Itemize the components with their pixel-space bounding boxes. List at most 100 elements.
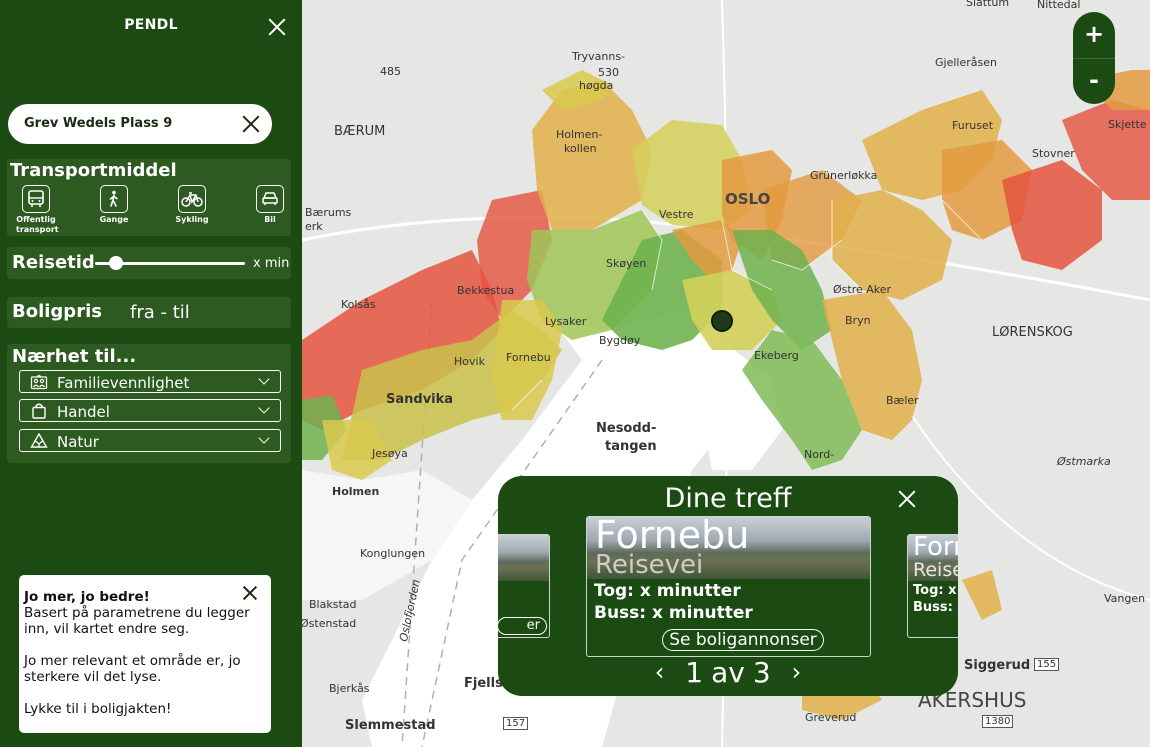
close-tip-icon[interactable] [242,585,258,601]
map-label: Kolsås [341,298,376,311]
shopping-bag-icon [30,403,48,423]
results-panel: Dine treff er Fornebu Reisevei Tog: x mi… [498,476,958,696]
see-listings-button[interactable]: Se boligannonser [662,629,824,651]
transport-mode-label: Bil [264,215,276,224]
map-label: 485 [380,65,401,78]
pager-separator: av [711,656,745,689]
map-label: 530 [598,66,619,79]
dropdown-handel[interactable]: Handel [19,399,281,422]
sidebar: PENDL Grev Wedels Plass 9 Transportmidde… [0,0,302,747]
result-card-train-time: Tog: x [913,583,957,598]
map-label: Grünerløkka [810,169,878,182]
map-label: Bæler [886,394,919,407]
close-sidebar-icon[interactable] [267,17,287,37]
dropdown-label: Familievennlighet [57,374,190,392]
travel-time-value: x min [253,256,290,271]
family-icon [30,374,48,394]
dropdown-familievennlighet[interactable]: Familievennlighet [19,370,281,393]
map-label: Bryn [845,314,871,327]
map-label: Holmen [332,485,380,498]
map-label: kollen [564,142,597,155]
transport-mode-label: Offentlig transport [16,215,59,234]
map-label: Gjelleråsen [935,56,997,69]
car-icon [256,185,284,213]
transport-mode-car[interactable]: Bil [250,185,290,225]
tip-text-3: Lykke til i boligjakten! [24,701,172,717]
map-label: Østenstad [302,617,357,630]
road-shield: 155 [1034,658,1060,671]
result-card-ads-button[interactable]: er [498,617,547,635]
result-card-next[interactable]: Forn Reise Tog: x Buss: x [907,534,958,638]
map-label: Lysaker [545,315,587,328]
map-label: Nord- [804,448,835,461]
address-field[interactable]: Grev Wedels Plass 9 [8,104,272,144]
road-shield: 1380 [982,715,1014,728]
map-label: Ekeberg [754,349,799,362]
chevron-down-icon [258,402,270,414]
proximity-panel: Nærhet til... Familievennlighet Handel N… [7,344,291,463]
map-label: Hovik [454,355,485,368]
dropdown-natur[interactable]: Natur [19,429,281,452]
result-card-city: Forn [913,534,958,562]
map-label: Østmarka [1057,455,1111,468]
result-card-bus-time: Buss: x [913,600,958,615]
map-label: Jesøya [372,447,408,460]
result-card-subtitle: Reise [913,559,958,581]
map-label: tangen [605,439,657,454]
price-label: Boligpris [12,301,102,322]
tip-text-2: Jo mer relevant et område er, jo sterker… [24,653,241,685]
close-results-icon[interactable] [897,489,919,511]
map-label: Vestre [659,208,694,221]
map-label: Vangen [1104,592,1146,605]
map-label: Bekkestua [457,284,515,297]
tip-text-1: Basert på parametrene du legger inn, vil… [24,605,250,637]
transport-mode-label: Sykling [175,215,209,224]
map-label: Slattum [966,0,1010,9]
info-tip-box: Jo mer, jo bedre! Basert på parametrene … [18,574,272,734]
map-label: Nesodd- [596,421,657,436]
results-pager: ‹ 1 av 3 › [498,656,958,689]
walking-icon [100,185,128,213]
zoom-in-button[interactable]: + [1073,12,1115,56]
travel-time-label: Reisetid [12,252,95,273]
result-card-bus-time: Buss: x minutter [594,603,753,623]
map-label: høgda [579,79,614,92]
map-label: Furuset [952,119,994,132]
chevron-down-icon [258,432,270,444]
price-range-input[interactable]: fra - til [130,302,190,323]
map-label: Konglungen [360,547,426,560]
result-card-prev[interactable]: er [498,534,550,638]
transport-panel: Transportmiddel Offentlig transport Gang… [7,159,291,236]
map-label: OSLO [725,190,771,208]
map-label: erk [305,220,323,233]
result-card-main[interactable]: Fornebu Reisevei Tog: x minutter Buss: x… [586,516,871,657]
address-value: Grev Wedels Plass 9 [24,116,173,131]
transport-mode-bike[interactable]: Sykling [172,185,212,225]
chevron-down-icon [258,373,270,385]
map-label: Skøyen [606,257,647,270]
map-label: Østre Aker [833,283,892,296]
prev-result-button[interactable]: ‹ [655,658,665,686]
map-label: Greverud [805,711,857,724]
map-label: Siggerud [964,658,1031,673]
map-label: Bjerkås [329,682,370,695]
app-title: PENDL [124,17,178,33]
pager-current: 1 [685,656,704,689]
transport-mode-walk[interactable]: Gange [94,185,134,225]
clear-address-icon[interactable] [241,114,261,134]
map-label: Tryvanns- [572,50,626,63]
next-result-button[interactable]: › [792,658,802,686]
map-label: Slemmestad [345,718,436,733]
price-panel: Boligpris fra - til [7,297,291,328]
map-label: Bærums [305,206,352,219]
nature-icon [30,432,48,453]
zoom-out-button[interactable]: - [1073,58,1115,102]
travel-time-slider-thumb[interactable] [109,256,123,270]
dropdown-label: Handel [57,403,110,421]
map-label: Sandvika [386,392,454,407]
tip-title: Jo mer, jo bedre! [24,589,150,605]
result-card-train-time: Tog: x minutter [594,581,741,601]
road-shield: 157 [503,717,529,730]
transport-mode-public[interactable]: Offentlig transport [16,185,59,235]
map-label: BÆRUM [334,124,386,139]
